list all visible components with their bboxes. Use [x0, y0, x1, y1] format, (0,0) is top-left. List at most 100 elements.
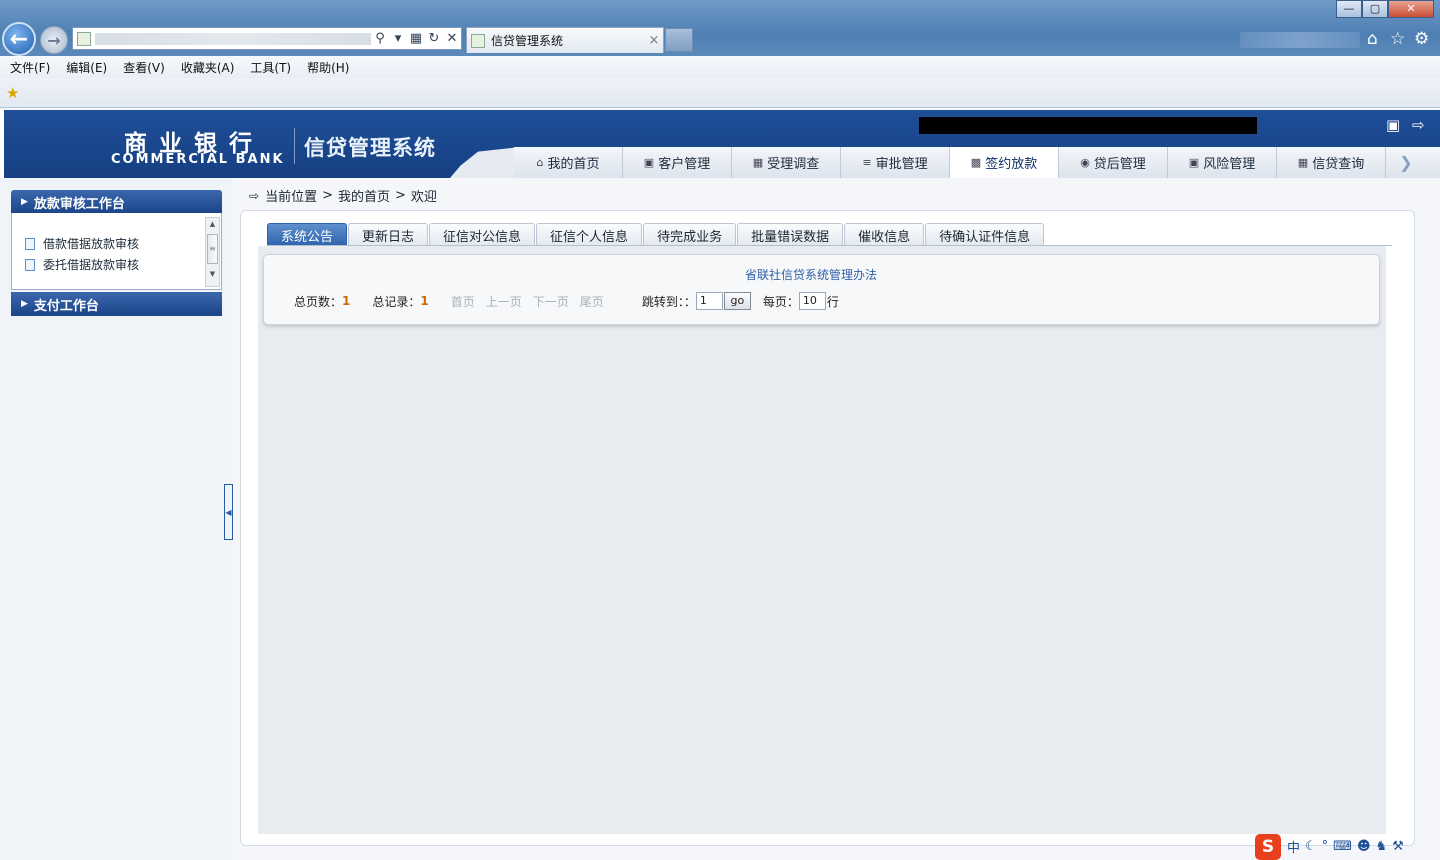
go-button[interactable]: go [723, 292, 751, 310]
sidebar-group-title: 支付工作台 [33, 298, 99, 314]
tools-icon[interactable]: ⚒ [1392, 839, 1404, 854]
back-arrow-icon: ← [9, 26, 29, 52]
window-controls: — ▢ ✕ [1336, 0, 1434, 18]
collapse-arrow-icon: ◀ [225, 507, 232, 517]
nav-scroll-right-icon[interactable]: ❯ [1386, 147, 1426, 178]
nav-risk[interactable]: ▣ 风险管理 [1168, 147, 1277, 178]
scroll-up-icon[interactable]: ▲ [206, 218, 219, 230]
refresh-icon[interactable]: ↻ [425, 31, 443, 46]
moon-icon[interactable]: ☾ [1305, 839, 1317, 854]
scroll-thumb[interactable]: ≡ [207, 234, 218, 264]
compat-view-icon[interactable]: ▦ [407, 31, 425, 46]
bank-logo-en: COMMERCIAL BANK [111, 152, 285, 167]
tab-pending-business[interactable]: 待完成业务 [643, 223, 737, 246]
jump-page-input[interactable]: 1 [695, 292, 723, 310]
nav-approval[interactable]: ≡ 审批管理 [841, 147, 950, 178]
ime-mode[interactable]: 中 [1287, 837, 1300, 856]
total-pages-label: 总页数： [294, 294, 343, 309]
notice-title-link[interactable]: 省联社信贷系统管理办法 [745, 266, 877, 283]
tab-batch-errors[interactable]: 批量错误数据 [737, 223, 844, 246]
sidebar-item-entrusted-receipt-review[interactable]: 委托借据放款审核 [25, 256, 139, 273]
logout-icon[interactable]: ⇨ [1412, 116, 1425, 134]
expand-arrow-icon: ▶ [21, 299, 28, 309]
menu-edit[interactable]: 编辑(E) [66, 59, 107, 76]
favorites-star-icon[interactable]: ☆ [1390, 29, 1405, 49]
favorites-bar [0, 78, 1440, 108]
stop-icon[interactable]: ✕ [443, 31, 461, 46]
add-favorite-icon[interactable]: ★ [6, 84, 19, 102]
tab-update-log[interactable]: 更新日志 [348, 223, 429, 246]
new-tab-button[interactable] [665, 28, 693, 52]
scroll-down-icon[interactable]: ▼ [206, 268, 219, 280]
logo-divider [294, 128, 295, 164]
search-icon[interactable]: ⚲ [371, 31, 389, 46]
ime-logo[interactable]: S [1255, 833, 1281, 860]
breadcrumb: ⇨ 当前位置 > 我的首页 > 欢迎 [249, 186, 437, 205]
home-icon[interactable]: ⌂ [1367, 29, 1378, 49]
tab-system-notice[interactable]: 系统公告 [267, 223, 348, 246]
tab-pending-id[interactable]: 待确认证件信息 [925, 223, 1045, 246]
desktop-icon[interactable]: ▣ [1386, 116, 1400, 134]
per-page-input[interactable]: 10 [798, 292, 826, 310]
menu-tools[interactable]: 工具(T) [250, 59, 291, 76]
sidebar-item-label: 委托借据放款审核 [43, 258, 140, 272]
tab-credit-corporate[interactable]: 征信对公信息 [429, 223, 536, 246]
document-icon [25, 237, 35, 250]
dropdown-icon[interactable]: ▾ [389, 31, 407, 46]
forward-button[interactable]: → [40, 26, 68, 54]
tab-credit-personal[interactable]: 征信个人信息 [536, 223, 643, 246]
nav-home[interactable]: ⌂ 我的首页 [514, 147, 623, 178]
skin-icon[interactable]: ♞ [1376, 839, 1388, 854]
browser-tab[interactable]: 信贷管理系统 × [466, 27, 664, 53]
nav-label: 受理调查 [767, 157, 820, 172]
next-page-link[interactable]: 下一页 [533, 293, 569, 310]
nav-contract[interactable]: ▩ 签约放款 [950, 147, 1059, 178]
first-page-link[interactable]: 首页 [451, 293, 475, 310]
nav-query[interactable]: ▦ 信贷查询 [1277, 147, 1386, 178]
menu-favorites[interactable]: 收藏夹(A) [181, 59, 235, 76]
menu-file[interactable]: 文件(F) [10, 59, 50, 76]
forward-arrow-icon: → [47, 30, 61, 50]
sidebar-group-loan-review[interactable]: ▶ 放款审核工作台 [11, 190, 222, 214]
nav-label: 信贷查询 [1312, 157, 1365, 172]
nav-label: 签约放款 [985, 157, 1038, 172]
sidebar-item-loan-receipt-review[interactable]: 借款借据放款审核 [25, 235, 139, 252]
blurred-region [1240, 32, 1360, 48]
keyboard-icon[interactable]: ⌨ [1333, 839, 1352, 854]
rows-unit: 行 [826, 294, 839, 309]
close-window-button[interactable]: ✕ [1388, 0, 1434, 18]
nav-label: 贷后管理 [1093, 157, 1146, 172]
maximize-button[interactable]: ▢ [1362, 0, 1388, 18]
address-url-blurred[interactable] [95, 32, 371, 45]
sidebar-group-payment[interactable]: ▶ 支付工作台 [11, 292, 222, 316]
pager: 总页数： 1 总记录： 1 首页 上一页 下一页 尾页 跳转到：： 1 go 每… [294, 292, 839, 310]
punctuation-icon[interactable]: ° [1322, 839, 1329, 854]
breadcrumb-sep: > [395, 188, 406, 203]
notice-box [263, 254, 1380, 325]
nav-customer[interactable]: ▣ 客户管理 [623, 147, 732, 178]
minimize-button[interactable]: — [1336, 0, 1362, 18]
prev-page-link[interactable]: 上一页 [486, 293, 522, 310]
breadcrumb-sep: > [322, 188, 333, 203]
tab-collection[interactable]: 催收信息 [844, 223, 925, 246]
back-button[interactable]: ← [2, 22, 36, 56]
nav-postloan[interactable]: ◉ 贷后管理 [1059, 147, 1168, 178]
redacted-user-info [919, 117, 1257, 134]
tab-close-icon[interactable]: × [645, 33, 663, 48]
nav-survey[interactable]: ▦ 受理调查 [732, 147, 841, 178]
jump-label: 跳转到：： [641, 294, 696, 309]
per-page-label: 每页： [762, 294, 799, 309]
last-page-link[interactable]: 尾页 [580, 293, 604, 310]
nav-label: 我的首页 [547, 157, 600, 172]
breadcrumb-home[interactable]: 我的首页 [338, 186, 390, 205]
settings-gear-icon[interactable]: ⚙ [1414, 29, 1429, 49]
address-bar[interactable]: ⚲ ▾ ▦ ↻ ✕ [72, 27, 462, 50]
menu-view[interactable]: 查看(V) [123, 59, 165, 76]
menu-help[interactable]: 帮助(H) [307, 59, 349, 76]
document-icon [25, 258, 35, 271]
user-icon[interactable]: ☻ [1357, 839, 1371, 854]
home-icon: ⌂ [536, 156, 544, 169]
sidebar-collapse-toggle[interactable]: ◀ [224, 484, 233, 540]
system-title: 信贷管理系统 [304, 136, 436, 160]
sidebar-scrollbar[interactable]: ▲ ≡ ▼ [205, 217, 220, 287]
